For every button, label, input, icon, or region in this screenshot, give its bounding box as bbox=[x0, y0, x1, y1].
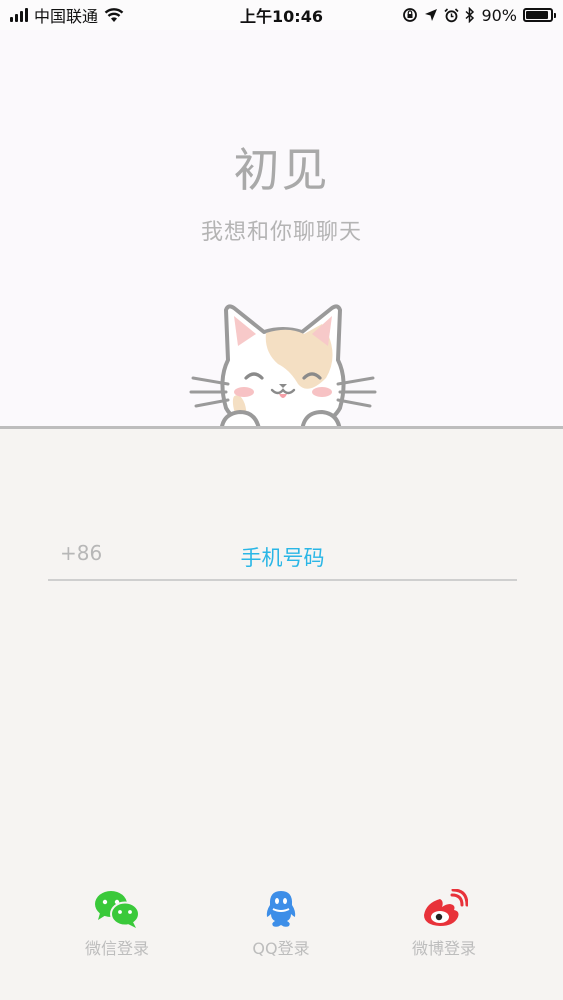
phone-input-row: +86 bbox=[48, 535, 517, 581]
alarm-clock-icon bbox=[444, 7, 460, 22]
wechat-login-button[interactable]: 微信登录 bbox=[62, 889, 172, 969]
app-subtitle: 我想和你聊聊天 bbox=[200, 220, 362, 245]
rotation-lock-icon bbox=[403, 8, 418, 22]
hero-section: 初见 我想和你聊聊天 bbox=[0, 30, 563, 441]
qq-login-label: QQ登录 bbox=[252, 939, 310, 958]
battery-percent: 90% bbox=[481, 5, 517, 25]
login-area: +86 微信登录 bbox=[0, 429, 563, 1000]
social-login-row: 微信登录 QQ登录 微博登录 bbox=[0, 889, 563, 969]
cellular-signal-icon bbox=[10, 8, 28, 22]
phone-number-input[interactable] bbox=[48, 535, 517, 581]
battery-icon bbox=[523, 8, 556, 22]
status-left: 中国联通 bbox=[10, 3, 124, 27]
login-screen: 中国联通 上午10:46 90% 初见 我想和你聊聊天 +86 手机号码 微信登… bbox=[0, 0, 563, 1000]
qq-login-button[interactable]: QQ登录 bbox=[226, 889, 336, 969]
cat-mascot-icon bbox=[189, 304, 377, 441]
carrier-name: 中国联通 bbox=[34, 7, 99, 26]
qq-icon bbox=[266, 891, 296, 927]
bluetooth-icon bbox=[465, 7, 475, 23]
weibo-login-button[interactable]: 微博登录 bbox=[389, 889, 499, 969]
app-title: 初见 bbox=[233, 143, 330, 197]
weibo-icon bbox=[424, 889, 468, 926]
status-bar: 中国联通 上午10:46 90% bbox=[0, 0, 563, 30]
location-arrow-icon bbox=[425, 9, 438, 21]
weibo-login-label: 微博登录 bbox=[411, 939, 476, 958]
status-right: 90% bbox=[402, 5, 556, 25]
wifi-icon bbox=[104, 8, 124, 22]
wechat-icon bbox=[95, 891, 140, 928]
wechat-login-label: 微信登录 bbox=[84, 939, 149, 958]
